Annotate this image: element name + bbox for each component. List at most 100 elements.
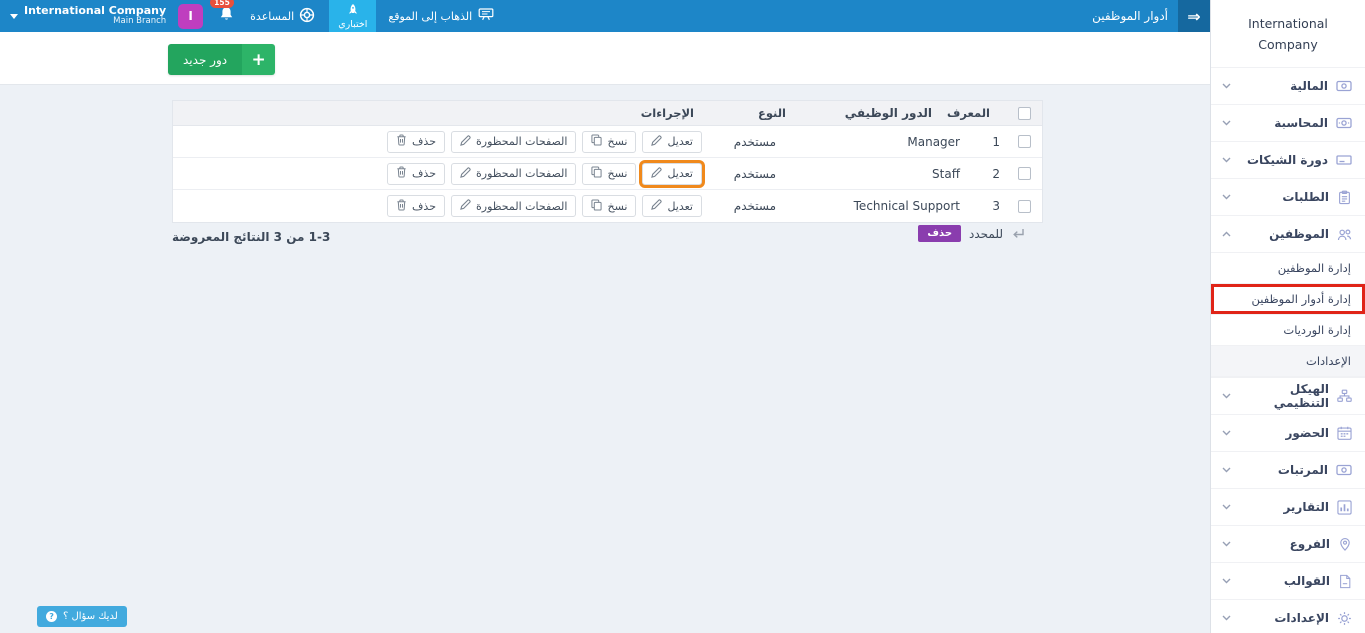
new-role-button[interactable]: دور جديد + <box>168 44 276 75</box>
banned-pages-label: الصفحات المحظورة <box>476 135 568 148</box>
pencil-icon <box>651 199 663 213</box>
edit-button[interactable]: تعديل <box>642 130 702 153</box>
select-all-checkbox[interactable] <box>1017 106 1031 120</box>
sidebar-item-salaries[interactable]: المرتبات <box>1211 451 1365 488</box>
header-type: النوع <box>757 106 786 120</box>
copy-icon <box>591 166 603 181</box>
edit-label: تعديل <box>667 199 693 213</box>
pencil-icon <box>460 134 471 149</box>
cell-id: 3 <box>992 199 1000 213</box>
submenu-item-shift-management[interactable]: إدارة الورديات <box>1211 315 1365 346</box>
submenu-item-settings[interactable]: الإعدادات <box>1211 346 1365 377</box>
copy-icon <box>591 134 603 149</box>
go-to-site-link[interactable]: الذهاب إلى الموقع <box>388 8 494 24</box>
clipboard-icon <box>1337 190 1352 205</box>
help-menu[interactable]: المساعدة <box>250 7 315 26</box>
delete-button[interactable]: حذف <box>387 130 445 153</box>
sidebar-item-attendance[interactable]: الحضور <box>1211 414 1365 451</box>
sidebar-item-reports[interactable]: التقارير <box>1211 488 1365 525</box>
edit-label: تعديل <box>667 135 693 148</box>
sidebar-item-employees[interactable]: الموظفين <box>1211 215 1365 252</box>
bar-chart-icon <box>1337 499 1352 515</box>
bulk-delete-button[interactable]: حذف <box>918 225 962 242</box>
delete-button[interactable]: حذف <box>387 162 445 185</box>
page-title: أدوار الموظفين <box>1092 9 1168 23</box>
sidebar-item-settings[interactable]: الإعدادات <box>1211 599 1365 633</box>
edit-button[interactable]: تعديل <box>642 195 702 217</box>
map-pin-icon <box>1338 537 1352 552</box>
row-checkbox[interactable] <box>1017 167 1031 180</box>
sidebar-item-requests[interactable]: الطلبات <box>1211 178 1365 215</box>
submenu-label: الإعدادات <box>1306 354 1351 368</box>
question-circle-icon: ? <box>46 611 57 622</box>
chevron-down-icon <box>1222 578 1231 584</box>
double-arrow-icon: ⇒ <box>1187 6 1201 26</box>
copy-label: نسخ <box>607 199 628 213</box>
employees-submenu: إدارة الموظفين إدارة أدوار الموظفين إدار… <box>1211 252 1365 377</box>
submenu-item-employee-management[interactable]: إدارة الموظفين <box>1211 253 1365 284</box>
cheque-icon <box>1336 154 1352 166</box>
copy-icon <box>591 198 603 214</box>
sidebar-item-accounting[interactable]: المحاسبة <box>1211 104 1365 141</box>
chevron-up-icon <box>1222 231 1231 237</box>
trash-icon <box>396 199 407 214</box>
cell-type: مستخدم <box>733 134 776 149</box>
rocket-icon <box>348 3 358 18</box>
edit-label: تعديل <box>667 167 693 180</box>
edit-button-highlighted[interactable]: تعديل <box>642 162 702 185</box>
go-to-site-label: الذهاب إلى الموقع <box>388 9 473 23</box>
plus-icon: + <box>242 44 276 75</box>
table-row: 1 Manager مستخدم تعديل نسخ الصفحات المحظ… <box>173 126 1042 158</box>
chevron-down-icon <box>1222 541 1231 547</box>
cell-role: Technical Support <box>853 199 960 213</box>
table-header-row: المعرف الدور الوظيفي النوع الإجراءات <box>173 101 1042 126</box>
row-checkbox[interactable] <box>1017 135 1031 148</box>
sidebar-item-org-structure[interactable]: الهيكل التنظيمي <box>1211 377 1365 414</box>
calendar-icon <box>1337 426 1352 440</box>
help-label: المساعدة <box>250 9 295 23</box>
banned-pages-button[interactable]: الصفحات المحظورة <box>451 130 577 153</box>
submenu-item-employee-roles-management[interactable]: إدارة أدوار الموظفين <box>1211 284 1365 315</box>
header-actions: الإجراءات <box>640 106 694 120</box>
toolbar: دور جديد + <box>0 32 1210 85</box>
pencil-icon <box>651 134 663 149</box>
row-checkbox[interactable] <box>1017 199 1031 213</box>
copy-button[interactable]: نسخ <box>582 130 637 153</box>
people-icon <box>1337 228 1352 241</box>
company-switcher[interactable]: International Company Main Branch <box>10 4 166 27</box>
sidebar-item-templates[interactable]: القوالب <box>1211 562 1365 599</box>
topbar: International Company Main Branch I 155 … <box>0 0 1210 32</box>
submenu-label: إدارة الورديات <box>1283 323 1351 337</box>
sidebar: International Company المالية المحاسبة د… <box>1210 0 1365 633</box>
caret-down-icon <box>10 14 18 19</box>
trash-icon <box>396 166 407 181</box>
banned-pages-button[interactable]: الصفحات المحظورة <box>451 162 577 185</box>
help-button-label: لديك سؤال ؟ <box>63 611 118 622</box>
sidebar-item-finance[interactable]: المالية <box>1211 67 1365 104</box>
document-icon <box>1338 574 1352 589</box>
bell-icon <box>219 6 234 26</box>
copy-label: نسخ <box>607 135 628 148</box>
copy-button[interactable]: نسخ <box>582 195 637 217</box>
cash-icon <box>1336 117 1352 129</box>
copy-button[interactable]: نسخ <box>582 162 637 185</box>
trash-icon <box>396 134 407 149</box>
delete-button[interactable]: حذف <box>387 195 445 217</box>
roles-table: المعرف الدور الوظيفي النوع الإجراءات 1 M… <box>172 100 1043 223</box>
avatar[interactable]: I <box>178 3 204 29</box>
notification-badge: 155 <box>210 0 234 8</box>
notifications-button[interactable]: 155 <box>210 0 234 26</box>
banned-pages-label: الصفحات المحظورة <box>476 199 568 213</box>
gear-icon <box>1337 611 1352 626</box>
billboard-icon <box>478 8 494 24</box>
trial-badge[interactable]: اختباري <box>329 0 377 32</box>
sidebar-item-branches[interactable]: الفروع <box>1211 525 1365 562</box>
sidebar-item-cheque-cycle[interactable]: دورة الشيكات <box>1211 141 1365 178</box>
chevron-down-icon <box>1222 615 1231 621</box>
chevron-down-icon <box>1222 393 1231 399</box>
money-icon <box>1336 464 1352 476</box>
sidebar-toggle-button[interactable]: ⇒ <box>1178 0 1210 32</box>
banned-pages-button[interactable]: الصفحات المحظورة <box>451 195 577 217</box>
have-a-question-button[interactable]: لديك سؤال ؟ ? <box>37 606 127 627</box>
company-info: International Company Main Branch <box>24 4 166 27</box>
